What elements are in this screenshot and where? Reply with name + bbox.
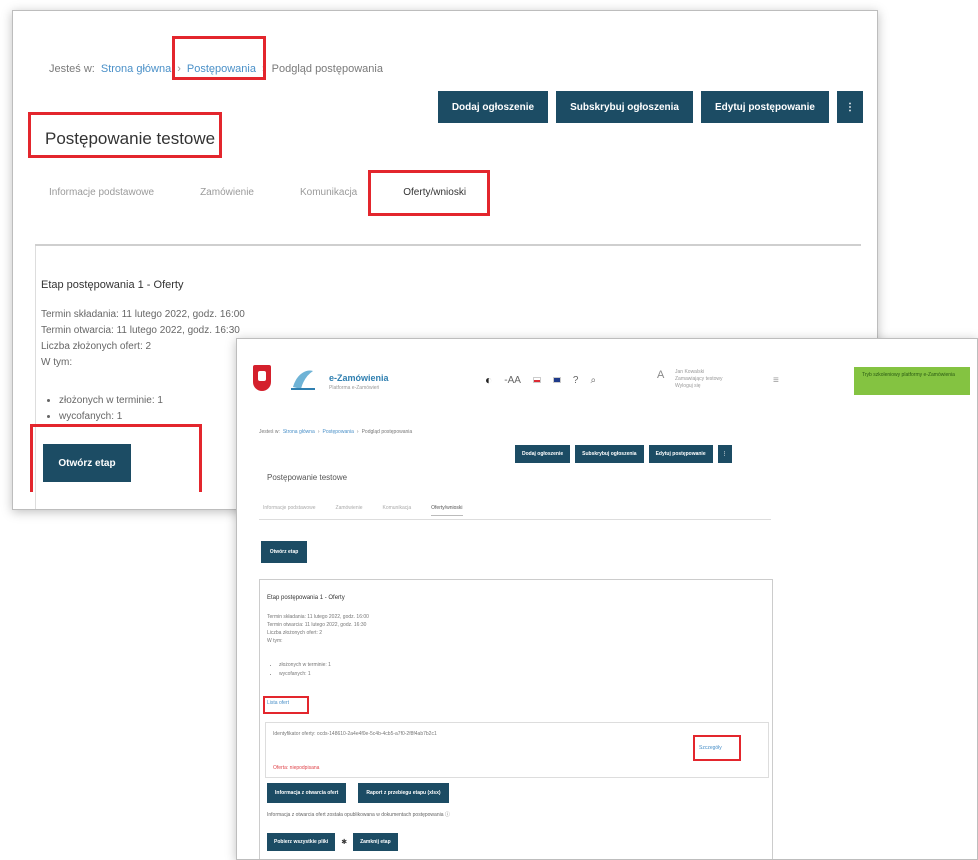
stage-info: Termin składania: 11 lutego 2022, godz. …: [41, 307, 245, 371]
tab-order[interactable]: Zamówienie: [200, 187, 254, 198]
list-item: wycofanych: 1: [279, 670, 331, 679]
user-icon[interactable]: A: [657, 369, 664, 381]
logo-text[interactable]: e-Zamówienia: [329, 373, 389, 383]
procedure-tabs: Informacje podstawowe Zamówienie Komunik…: [263, 505, 463, 516]
flag-pl-icon[interactable]: [532, 377, 541, 383]
breadcrumb-separator: ›: [356, 429, 359, 435]
breadcrumb-current: Podgląd postępowania: [271, 63, 383, 75]
open-stage-button[interactable]: Otwórz etap: [43, 444, 131, 482]
contrast-icon[interactable]: ◐: [485, 373, 492, 387]
flag-en-icon[interactable]: [552, 377, 561, 383]
breadcrumb: Jesteś w: Strona główna › Postępowania ›…: [49, 63, 383, 75]
user-info[interactable]: Jan Kowalski Zamawiający testowy Wyloguj…: [675, 369, 745, 390]
menu-icon[interactable]: ≡: [773, 375, 779, 386]
more-options-button[interactable]: ⋮: [837, 91, 863, 123]
subscribe-notices-button[interactable]: Subskrybuj ogłoszenia: [556, 91, 693, 123]
font-size-control[interactable]: -AA: [504, 375, 521, 386]
breadcrumb-prefix: Jesteś w:: [49, 63, 95, 75]
breadcrumb-separator: ›: [261, 63, 266, 75]
tab-communication[interactable]: Komunikacja: [300, 187, 357, 198]
asterisk-icon: ✱: [341, 839, 348, 846]
list-item: złożonych w terminie: 1: [59, 393, 163, 409]
accessibility-tools: ◐ -AA ? ⌕: [485, 373, 596, 387]
close-stage-button[interactable]: Zamknij etap: [353, 833, 398, 851]
search-icon[interactable]: ⌕: [590, 375, 596, 386]
e-zamowienia-logo-icon: [291, 370, 315, 390]
offer-identifier: Identyfikator oferty: ocds-148610-2a4e4f…: [273, 731, 437, 737]
user-name: Jan Kowalski: [675, 369, 705, 375]
add-notice-button[interactable]: Dodaj ogłoszenie: [515, 445, 571, 463]
subscribe-notices-button[interactable]: Subskrybuj ogłoszenia: [575, 445, 644, 463]
more-options-button[interactable]: ⋮: [717, 445, 732, 463]
procedure-toolbar: Dodaj ogłoszenie Subskrybuj ogłoszenia E…: [437, 91, 863, 123]
logo-subtitle: Platforma e-Zamówień: [329, 385, 380, 391]
open-stage-button[interactable]: Otwórz etap: [261, 541, 307, 563]
breadcrumb-procedures-link[interactable]: Postępowania: [322, 429, 353, 435]
submission-deadline: Termin składania: 11 lutego 2022, godz. …: [41, 309, 245, 320]
offers-breakdown: złożonych w terminie: 1 wycofanych: 1: [59, 393, 163, 425]
tabs-divider: [259, 519, 771, 520]
stage-title: Etap postępowania 1 - Oferty: [267, 595, 345, 601]
including-label: W tym:: [41, 357, 73, 368]
breadcrumb: Jesteś w: Strona główna › Postępowania ›…: [259, 429, 412, 435]
breadcrumb-procedures-link[interactable]: Postępowania: [187, 63, 256, 75]
training-mode-badge: Tryb szkoleniowy platformy e-Zamówienia: [854, 367, 970, 395]
offer-status: Oferta: niepodpisana: [273, 765, 320, 771]
list-item: złożonych w terminie: 1: [279, 661, 331, 670]
tab-order[interactable]: Zamówienie: [336, 505, 363, 516]
submission-deadline: Termin składania: 11 lutego 2022, godz. …: [267, 614, 369, 620]
page-title: Postępowanie testowe: [267, 473, 348, 482]
edit-procedure-button[interactable]: Edytuj postępowanie: [700, 91, 829, 123]
offer-details-link[interactable]: Szczegóły: [699, 745, 722, 751]
procedure-tabs: Informacje podstawowe Zamówienie Komunik…: [49, 187, 466, 198]
list-item: wycofanych: 1: [59, 409, 163, 425]
edit-procedure-button[interactable]: Edytuj postępowanie: [648, 445, 713, 463]
emblem-icon: [253, 365, 271, 391]
help-icon[interactable]: ?: [573, 375, 579, 386]
procedure-toolbar: Dodaj ogłoszenie Subskrybuj ogłoszenia E…: [515, 445, 732, 463]
breadcrumb-separator: ›: [177, 63, 181, 75]
publication-note-text: Informacja z otwarcia ofert została opub…: [267, 812, 444, 818]
logout-link[interactable]: Wyloguj się: [675, 383, 745, 390]
breadcrumb-separator: ›: [317, 429, 320, 435]
site-header: e-Zamówienia Platforma e-Zamówień ◐ -AA …: [237, 339, 977, 411]
offers-breakdown: złożonych w terminie: 1 wycofanych: 1: [279, 661, 331, 679]
breadcrumb-prefix: Jesteś w:: [259, 429, 280, 435]
screenshot-offers-opened: e-Zamówienia Platforma e-Zamówień ◐ -AA …: [236, 338, 978, 860]
breadcrumb-current: Podgląd postępowania: [361, 429, 413, 435]
bottom-actions: Pobierz wszystkie pliki ✱ Zamknij etap: [267, 833, 398, 851]
stage-info: Termin składania: 11 lutego 2022, godz. …: [267, 613, 369, 645]
breadcrumb-home-link[interactable]: Strona główna: [283, 429, 315, 435]
stage-actions: Informacja z otwarcia ofert Raport z prz…: [267, 783, 449, 803]
offers-count: Liczba złożonych ofert: 2: [267, 630, 323, 636]
tab-offers[interactable]: Oferty/wnioski: [403, 187, 466, 198]
opening-info-button[interactable]: Informacja z otwarcia ofert: [267, 783, 347, 803]
including-label: W tym:: [267, 638, 283, 644]
page-title: Postępowanie testowe: [45, 129, 216, 148]
stage-title: Etap postępowania 1 - Oferty: [41, 279, 184, 291]
tab-basic-info[interactable]: Informacje podstawowe: [49, 187, 154, 198]
breadcrumb-home-link[interactable]: Strona główna: [101, 63, 171, 75]
opening-date: Termin otwarcia: 11 lutego 2022, godz. 1…: [41, 325, 240, 336]
tab-offers[interactable]: Oferty/wnioski: [431, 505, 463, 516]
add-notice-button[interactable]: Dodaj ogłoszenie: [437, 91, 549, 123]
publication-note: Informacja z otwarcia ofert została opub…: [267, 811, 450, 818]
tab-communication[interactable]: Komunikacja: [383, 505, 412, 516]
opening-date: Termin otwarcia: 11 lutego 2022, godz. 1…: [267, 622, 367, 628]
download-all-button[interactable]: Pobierz wszystkie pliki: [267, 833, 336, 851]
offers-count: Liczba złożonych ofert: 2: [41, 341, 152, 352]
info-icon: ⓘ: [444, 812, 450, 818]
tab-basic-info[interactable]: Informacje podstawowe: [263, 505, 316, 516]
stage-report-button[interactable]: Raport z przebiegu etapu (xlsx): [358, 783, 449, 803]
user-role: Zamawiający testowy: [675, 376, 723, 382]
offers-list-link[interactable]: Lista ofert: [267, 700, 289, 706]
